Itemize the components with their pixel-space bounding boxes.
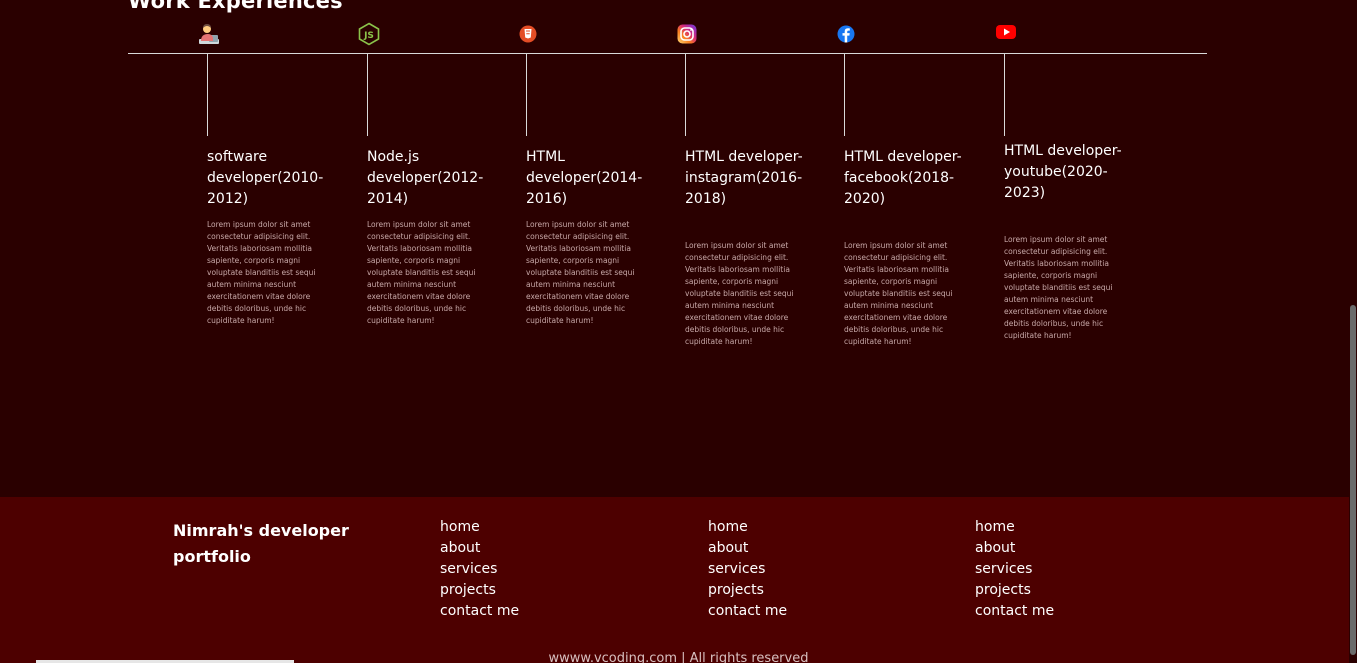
- footer-link-contact[interactable]: contact me: [440, 601, 519, 622]
- footer-link-services[interactable]: services: [708, 559, 787, 580]
- job-description: Lorem ipsum dolor sit amet consectetur a…: [207, 220, 316, 325]
- youtube-icon: [994, 20, 1018, 44]
- footer-link-projects[interactable]: projects: [975, 580, 1054, 601]
- footer-link-home[interactable]: home: [975, 517, 1054, 538]
- footer-links-column-3: home about services projects contact me: [975, 517, 1054, 622]
- footer-link-about[interactable]: about: [708, 538, 787, 559]
- footer-link-services[interactable]: services: [440, 559, 519, 580]
- footer-link-contact[interactable]: contact me: [975, 601, 1054, 622]
- timeline-connector: [1004, 54, 1005, 136]
- footer-links-column-1: home about services projects contact me: [440, 517, 519, 622]
- timeline-connector: [207, 54, 208, 136]
- job-description: Lorem ipsum dolor sit amet consectetur a…: [685, 241, 794, 346]
- page-scrollbar[interactable]: [1349, 0, 1357, 663]
- footer-link-projects[interactable]: projects: [708, 580, 787, 601]
- job-description: Lorem ipsum dolor sit amet consectetur a…: [1004, 235, 1113, 340]
- timeline-connector: [685, 54, 686, 136]
- footer-link-home[interactable]: home: [440, 517, 519, 538]
- job-description: Lorem ipsum dolor sit amet consectetur a…: [526, 220, 635, 325]
- job-title: HTML developer(2014-2016): [526, 149, 643, 207]
- timeline-connector: [367, 54, 368, 136]
- footer-link-about[interactable]: about: [440, 538, 519, 559]
- facebook-icon: [834, 22, 858, 46]
- instagram-icon: [675, 22, 699, 46]
- html5-icon: [516, 22, 540, 46]
- footer-link-services[interactable]: services: [975, 559, 1054, 580]
- job-description: Lorem ipsum dolor sit amet consectetur a…: [844, 241, 953, 346]
- job-title: HTML developer-youtube(2020-2023): [1004, 143, 1122, 201]
- job-title: HTML developer-instagram(2016-2018): [685, 149, 803, 207]
- footer-link-home[interactable]: home: [708, 517, 787, 538]
- svg-text:JS: JS: [363, 31, 374, 41]
- footer-link-about[interactable]: about: [975, 538, 1054, 559]
- footer-links-column-2: home about services projects contact me: [708, 517, 787, 622]
- scrollbar-thumb[interactable]: [1350, 305, 1356, 655]
- timeline-connector: [526, 54, 527, 136]
- job-description: Lorem ipsum dolor sit amet consectetur a…: [367, 220, 476, 325]
- footer-link-contact[interactable]: contact me: [708, 601, 787, 622]
- timeline-axis: [128, 53, 1207, 54]
- section-title: Work Experiences: [128, 0, 343, 13]
- footer-brand: Nimrah's developer portfolio: [173, 521, 349, 566]
- nodejs-icon: JS: [357, 22, 381, 46]
- site-footer: Nimrah's developer portfolio home about …: [0, 497, 1357, 663]
- timeline-connector: [844, 54, 845, 136]
- footer-link-projects[interactable]: projects: [440, 580, 519, 601]
- job-title: Node.js developer(2012-2014): [367, 149, 484, 207]
- portfolio-page: Work Experiences software developer(2010…: [0, 0, 1357, 663]
- developer-person-icon: [197, 22, 221, 46]
- job-title: HTML developer-facebook(2018-2020): [844, 149, 962, 207]
- job-title: software developer(2010-2012): [207, 149, 324, 207]
